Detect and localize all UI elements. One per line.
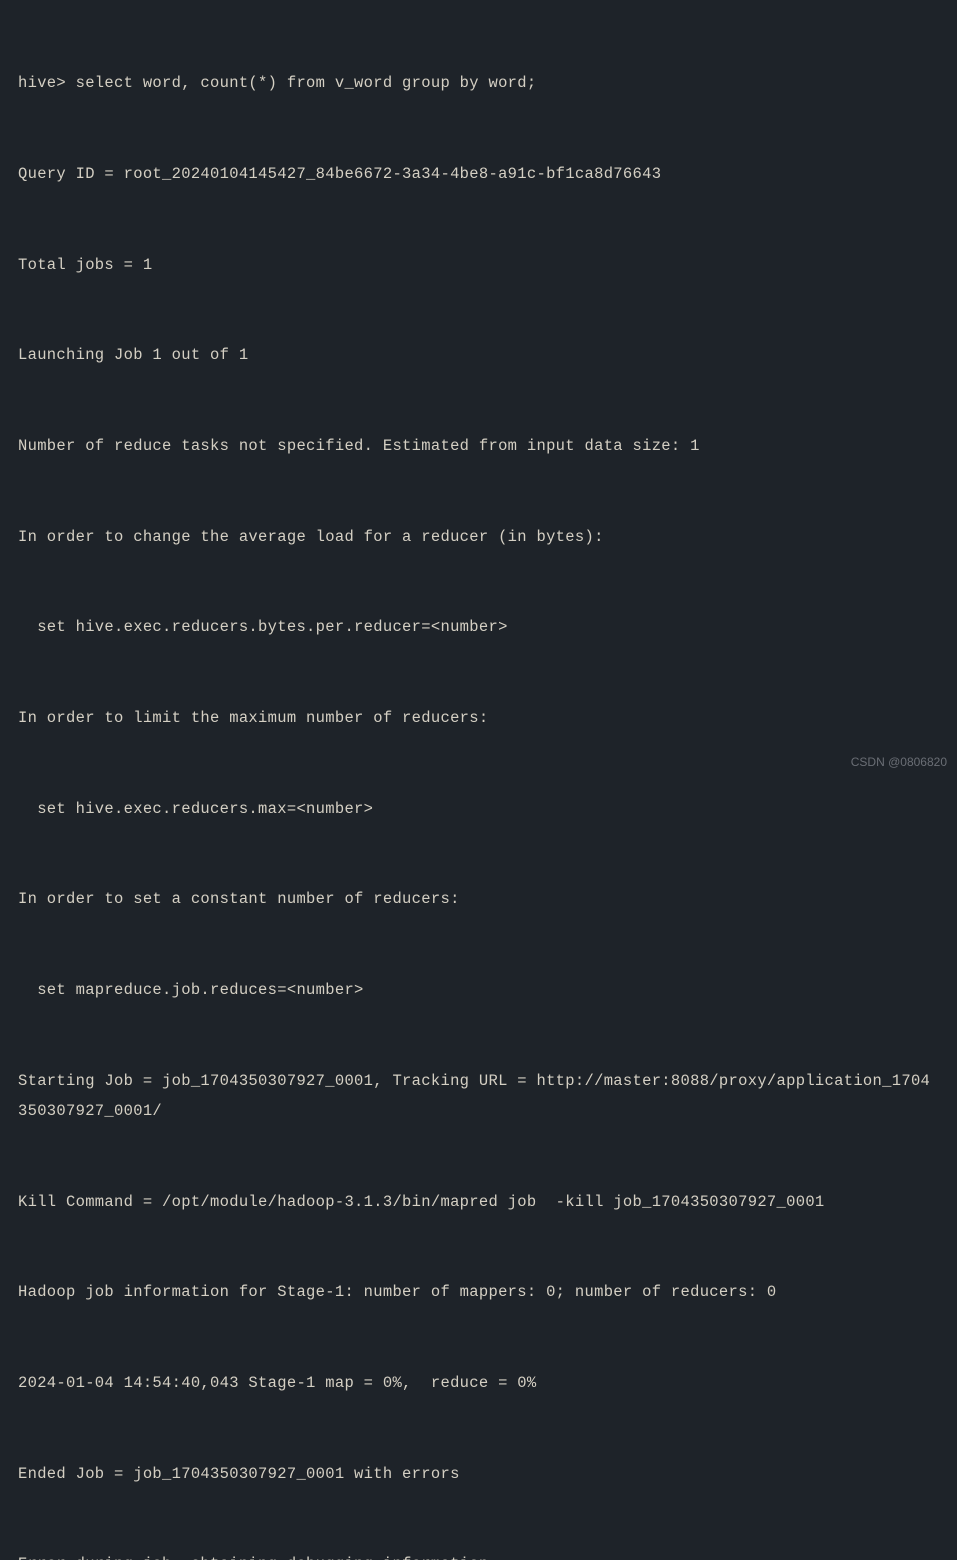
terminal-line: set hive.exec.reducers.max=<number> <box>18 794 939 824</box>
terminal-output[interactable]: hive> select word, count(*) from v_word … <box>18 8 939 1560</box>
terminal-line: In order to set a constant number of red… <box>18 884 939 914</box>
terminal-line: 2024-01-04 14:54:40,043 Stage-1 map = 0%… <box>18 1368 939 1398</box>
terminal-line: Launching Job 1 out of 1 <box>18 340 939 370</box>
terminal-line: Starting Job = job_1704350307927_0001, T… <box>18 1066 939 1126</box>
terminal-line: Number of reduce tasks not specified. Es… <box>18 431 939 461</box>
watermark: CSDN @0806820 <box>851 751 947 774</box>
terminal-line: In order to limit the maximum number of … <box>18 703 939 733</box>
terminal-line: Hadoop job information for Stage-1: numb… <box>18 1277 939 1307</box>
terminal-line: set hive.exec.reducers.bytes.per.reducer… <box>18 612 939 642</box>
terminal-line: Ended Job = job_1704350307927_0001 with … <box>18 1459 939 1489</box>
terminal-line: set mapreduce.job.reduces=<number> <box>18 975 939 1005</box>
terminal-line: hive> select word, count(*) from v_word … <box>18 68 939 98</box>
terminal-line: Query ID = root_20240104145427_84be6672-… <box>18 159 939 189</box>
terminal-line: Total jobs = 1 <box>18 250 939 280</box>
terminal-line: Error during job, obtaining debugging in… <box>18 1549 939 1560</box>
terminal-line: In order to change the average load for … <box>18 522 939 552</box>
terminal-line: Kill Command = /opt/module/hadoop-3.1.3/… <box>18 1187 939 1217</box>
